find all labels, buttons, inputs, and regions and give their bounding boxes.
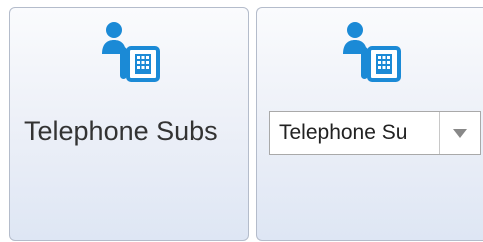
telephone-subscriber-select[interactable]: Telephone Su (269, 111, 481, 155)
select-value: Telephone Su (279, 121, 408, 144)
tile-label: Telephone Subs (24, 116, 218, 146)
chevron-down-icon[interactable] (440, 112, 480, 154)
telephone-subscriber-dropdown-tile: Telephone Su (256, 7, 483, 241)
telephone-subscriber-tile[interactable]: Telephone Subs (9, 7, 249, 241)
telephone-subscriber-icon (339, 20, 401, 82)
telephone-subscriber-icon (98, 20, 160, 82)
